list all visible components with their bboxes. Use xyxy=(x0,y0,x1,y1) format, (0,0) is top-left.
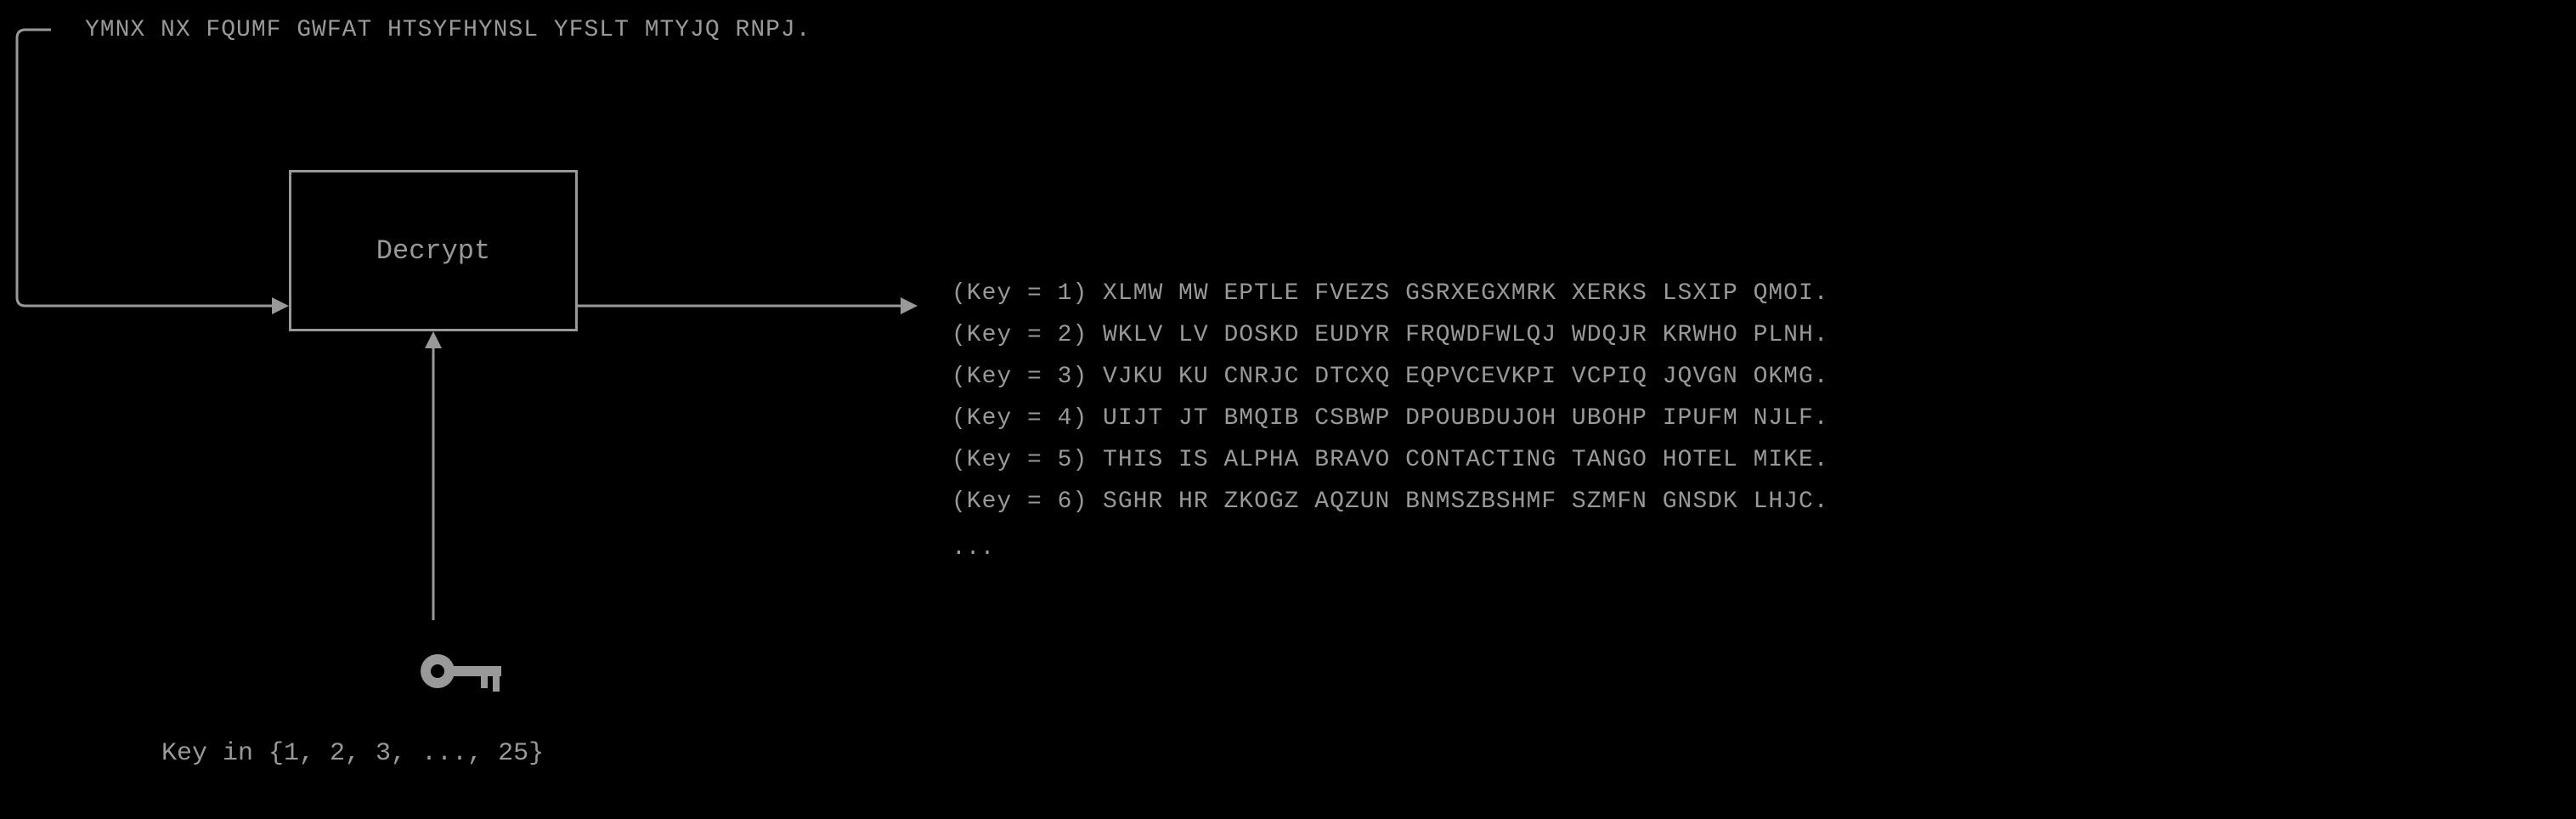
decrypt-label: Decrypt xyxy=(376,235,490,267)
decrypt-box: Decrypt xyxy=(289,170,578,331)
key-range-label: Key in {1, 2, 3, ..., 25} xyxy=(161,739,544,768)
output-line: (Key = 6) SGHR HR ZKOGZ AQZUN BNMSZBSHMF… xyxy=(952,489,1829,515)
output-line: (Key = 5) THIS IS ALPHA BRAVO CONTACTING… xyxy=(952,447,1829,473)
output-line: (Key = 2) WKLV LV DOSKD EUDYR FRQWDFWLQJ… xyxy=(952,322,1829,348)
output-line: (Key = 4) UIJT JT BMQIB CSBWP DPOUBDUJOH… xyxy=(952,405,1829,432)
cipher-input-text: YMNX NX FQUMF GWFAT HTSYFHYNSL YFSLT MTY… xyxy=(85,17,811,43)
output-ellipsis: ... xyxy=(952,535,1829,562)
output-line: (Key = 3) VJKU KU CNRJC DTCXQ EQPVCEVKPI… xyxy=(952,364,1829,390)
key-icon xyxy=(416,646,510,697)
output-line: (Key = 1) XLMW MW EPTLE FVEZS GSRXEGXMRK… xyxy=(952,280,1829,307)
decrypt-outputs: (Key = 1) XLMW MW EPTLE FVEZS GSRXEGXMRK… xyxy=(952,280,1829,562)
